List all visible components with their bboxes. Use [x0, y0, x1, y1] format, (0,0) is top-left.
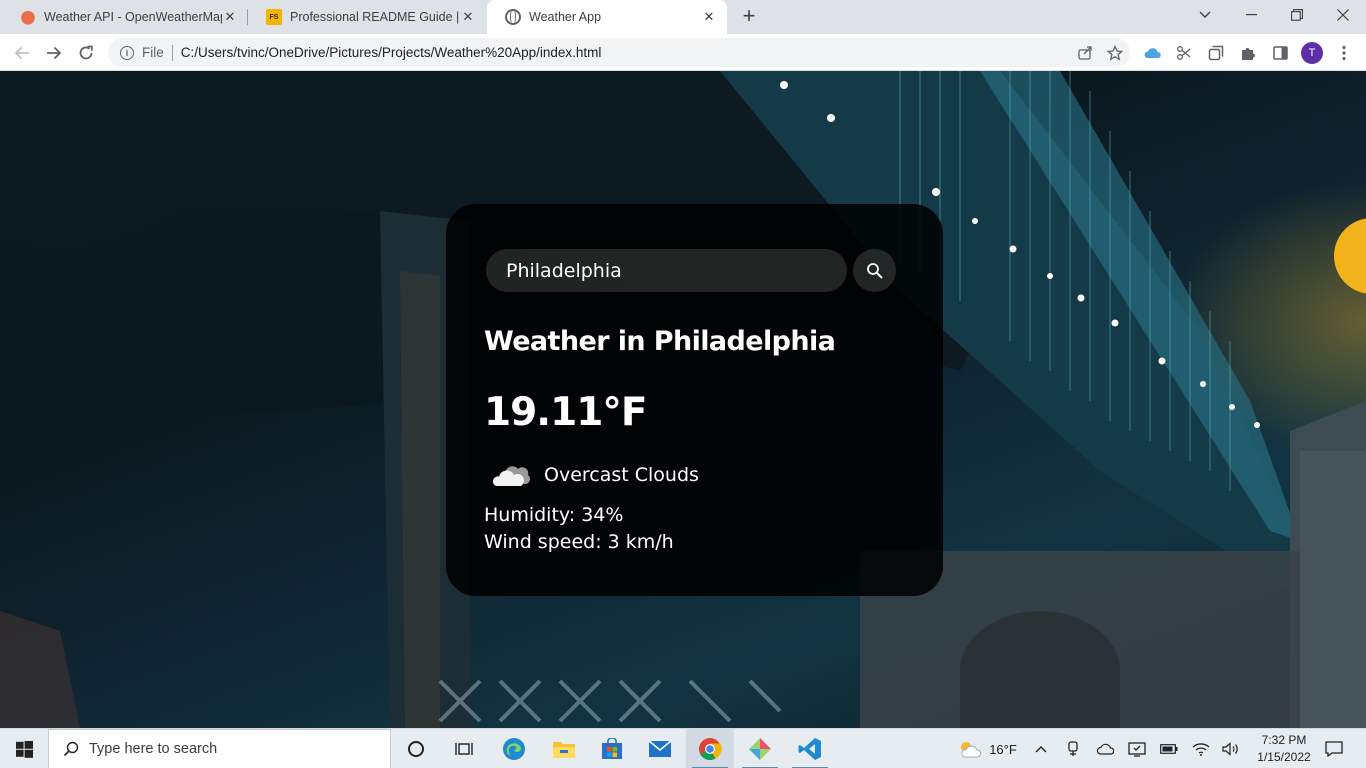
- tab-weather-app[interactable]: Weather App ✕: [487, 0, 727, 34]
- tab-title: Weather API - OpenWeatherMap: [44, 10, 222, 24]
- vscode-icon[interactable]: [786, 729, 834, 768]
- battery-icon[interactable]: [1158, 729, 1180, 768]
- file-explorer-icon[interactable]: [540, 729, 588, 768]
- scissors-extension-icon[interactable]: [1173, 42, 1195, 64]
- taskbar-clock[interactable]: 7:32 PM 1/15/2022: [1248, 732, 1320, 766]
- show-hidden-icons-chevron-icon[interactable]: [1030, 729, 1052, 768]
- address-bar[interactable]: i File C:/Users/tvinc/OneDrive/Pictures/…: [108, 38, 1130, 67]
- clock-date: 1/15/2022: [1257, 750, 1311, 764]
- restore-button[interactable]: [1274, 0, 1320, 30]
- openweathermap-icon: [20, 9, 36, 25]
- side-panel-icon[interactable]: [1269, 42, 1291, 64]
- fs-icon: FS: [266, 9, 282, 25]
- edge-icon[interactable]: [490, 729, 538, 768]
- taskbar: Type here to search 16°F 7:32 PM 1/15/20…: [0, 728, 1366, 768]
- tab-groups-icon[interactable]: [1205, 42, 1227, 64]
- search-input[interactable]: [506, 259, 826, 282]
- weather-widget-temp: 16°F: [989, 741, 1017, 757]
- cortana-icon[interactable]: [392, 729, 440, 768]
- weather-card: Weather in Philadelphia 19.11°F Overcast…: [446, 204, 943, 596]
- browser-toolbar: i File C:/Users/tvinc/OneDrive/Pictures/…: [0, 34, 1366, 71]
- minimize-button[interactable]: [1228, 0, 1274, 30]
- forward-arrow-icon[interactable]: [40, 39, 68, 67]
- city-heading: Weather in Philadelphia: [484, 326, 836, 357]
- search-button[interactable]: [853, 249, 896, 292]
- microsoft-store-icon[interactable]: [588, 729, 636, 768]
- url-text[interactable]: C:/Users/tvinc/OneDrive/Pictures/Project…: [181, 45, 1070, 60]
- notifications-icon[interactable]: [1320, 729, 1348, 768]
- reload-icon[interactable]: [72, 39, 100, 67]
- search-icon: [866, 262, 882, 278]
- windows-start-icon[interactable]: [0, 729, 48, 768]
- site-info-icon[interactable]: i: [120, 45, 134, 60]
- scheme-label: File: [142, 45, 164, 60]
- close-tab-icon[interactable]: ✕: [222, 9, 238, 25]
- search-icon: [63, 741, 79, 757]
- close-tab-icon[interactable]: ✕: [701, 9, 717, 25]
- github-desktop-icon[interactable]: [736, 729, 784, 768]
- overcast-clouds-icon: [492, 466, 530, 486]
- weather-widget[interactable]: 16°F: [952, 729, 1022, 768]
- profile-avatar[interactable]: T: [1301, 42, 1323, 64]
- bookmark-star-icon[interactable]: [1100, 38, 1130, 67]
- extensions-puzzle-icon[interactable]: [1237, 42, 1259, 64]
- menu-kebab-icon[interactable]: [1333, 42, 1355, 64]
- close-tab-icon[interactable]: ✕: [460, 9, 476, 25]
- partly-cloudy-icon: [961, 742, 982, 758]
- humidity: Humidity: 34%: [484, 504, 624, 526]
- wifi-icon[interactable]: [1190, 729, 1212, 768]
- clock-time: 7:32 PM: [1261, 733, 1307, 747]
- profile-initial: T: [1301, 42, 1323, 64]
- new-tab-button[interactable]: +: [737, 5, 761, 29]
- usb-device-icon[interactable]: [1062, 729, 1084, 768]
- weather-description: Overcast Clouds: [544, 464, 699, 486]
- tab-readme-guide[interactable]: FS Professional README Guide | The ✕: [248, 0, 486, 34]
- tab-title: Weather App: [529, 10, 602, 24]
- tab-search-chevron-icon[interactable]: [1182, 0, 1228, 30]
- onedrive-extension-icon[interactable]: [1141, 42, 1163, 64]
- taskbar-search-box[interactable]: Type here to search: [48, 729, 391, 768]
- wind-speed: Wind speed: 3 km/h: [484, 531, 674, 553]
- volume-icon[interactable]: [1220, 729, 1242, 768]
- display-settings-icon[interactable]: [1126, 729, 1148, 768]
- temperature: 19.11°F: [484, 390, 648, 435]
- globe-icon: [505, 9, 521, 25]
- close-window-button[interactable]: [1320, 0, 1366, 30]
- weather-description-row: Overcast Clouds: [492, 462, 699, 488]
- share-icon[interactable]: [1070, 38, 1100, 67]
- scheme-divider: [171, 44, 173, 61]
- search-field[interactable]: [486, 249, 847, 292]
- tab-openweathermap[interactable]: Weather API - OpenWeatherMap ✕: [2, 0, 248, 34]
- mail-icon[interactable]: [636, 729, 684, 768]
- tab-title: Professional README Guide | The: [290, 10, 460, 24]
- tab-strip: Weather API - OpenWeatherMap ✕ FS Profes…: [0, 0, 1366, 34]
- back-arrow-icon[interactable]: [8, 39, 36, 67]
- onedrive-tray-icon[interactable]: [1094, 729, 1116, 768]
- task-view-icon[interactable]: [440, 729, 488, 768]
- chrome-icon[interactable]: [686, 729, 734, 768]
- page-viewport: Weather in Philadelphia 19.11°F Overcast…: [0, 71, 1366, 728]
- taskbar-search-placeholder: Type here to search: [89, 741, 218, 757]
